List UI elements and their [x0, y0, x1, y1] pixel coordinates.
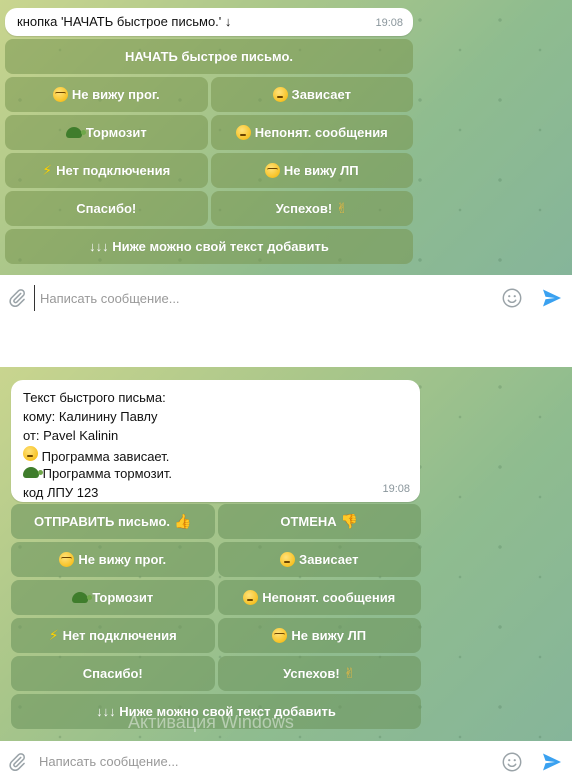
- message-input[interactable]: [34, 748, 492, 775]
- send-arrow-icon[interactable]: [532, 750, 572, 774]
- button-label: Непонят. сообщения: [254, 125, 388, 140]
- message-line: Программа зависает.: [41, 449, 170, 464]
- reply-keyboard: НАЧАТЬ быстрое письмо. Не вижу прог. Зав…: [5, 39, 413, 267]
- turtle-icon: [23, 467, 43, 478]
- paperclip-icon[interactable]: [0, 752, 34, 772]
- nerd-face-icon: [59, 552, 75, 567]
- cant-see-prog-button[interactable]: Не вижу прог.: [11, 542, 215, 577]
- chat-panel-2: Текст быстрого письма: кому: Калинину Па…: [0, 367, 572, 742]
- button-label: Спасибо!: [76, 201, 137, 216]
- lightning-icon: ⚡: [42, 162, 53, 178]
- nerd-face-icon: [52, 87, 68, 102]
- button-label: Не вижу прог.: [78, 552, 167, 567]
- button-label: Не вижу прог.: [71, 87, 160, 102]
- send-arrow-icon[interactable]: [532, 286, 572, 310]
- message-line: Текст быстрого письма:: [23, 390, 166, 405]
- cant-see-lp-button[interactable]: Не вижу ЛП: [210, 153, 413, 188]
- turtle-icon: [65, 127, 86, 138]
- good-luck-button[interactable]: Успехов! ✌: [217, 656, 421, 691]
- unclear-messages-button[interactable]: Непонят. сообщения: [210, 115, 413, 150]
- button-label: Не вижу ЛП: [283, 163, 359, 178]
- button-label: Не вижу ЛП: [291, 628, 367, 643]
- lightning-icon: ⚡: [48, 627, 59, 643]
- button-label: Нет подключения: [56, 163, 171, 178]
- no-connection-button[interactable]: ⚡ Нет подключения: [5, 153, 208, 188]
- message-time: 19:08: [382, 483, 410, 495]
- thinking-face-icon: [280, 552, 296, 567]
- thinking-face-icon: [243, 590, 259, 605]
- no-connection-button[interactable]: ⚡ Нет подключения: [11, 618, 215, 653]
- button-label: Зависает: [291, 87, 351, 102]
- message-line: от: Pavel Kalinin: [23, 428, 119, 443]
- crossed-fingers-icon: ✌: [343, 665, 356, 681]
- button-label: Непонят. сообщения: [262, 590, 396, 605]
- freezes-button[interactable]: Зависает: [210, 77, 413, 112]
- message-bubble: Текст быстрого письма: кому: Калинину Па…: [11, 380, 420, 502]
- button-label: Успехов!: [275, 201, 333, 216]
- thinking-face-icon: [23, 446, 38, 461]
- good-luck-button[interactable]: Успехов! ✌: [210, 191, 413, 226]
- windows-activation-watermark: Активация Windows: [128, 712, 294, 732]
- thumbs-up-icon: 👍: [174, 513, 192, 529]
- thanks-button[interactable]: Спасибо!: [11, 656, 215, 691]
- cant-see-lp-button[interactable]: Не вижу ЛП: [217, 618, 421, 653]
- thinking-face-icon: [272, 87, 288, 102]
- start-quick-letter-button[interactable]: НАЧАТЬ быстрое письмо.: [5, 39, 413, 74]
- message-composer: [0, 275, 572, 321]
- thumbs-down-icon: 👎: [340, 513, 359, 529]
- message-text: кнопка 'НАЧАТЬ быстрое письмо.' ↓: [17, 14, 232, 29]
- button-label: ОТПРАВИТЬ письмо.: [34, 514, 171, 529]
- smile-icon[interactable]: [492, 287, 532, 309]
- nerd-face-icon: [272, 628, 288, 643]
- message-bubble: кнопка 'НАЧАТЬ быстрое письмо.' ↓ 19:08: [5, 8, 413, 36]
- message-line-with-icon: Программа тормозит.: [23, 465, 408, 484]
- button-label: Тормозит: [92, 590, 154, 605]
- smile-icon[interactable]: [492, 751, 532, 773]
- send-letter-button[interactable]: ОТПРАВИТЬ письмо. 👍: [11, 504, 215, 539]
- thanks-button[interactable]: Спасибо!: [5, 191, 208, 226]
- button-label: ↓↓↓ Ниже можно свой текст добавить: [89, 239, 329, 254]
- message-composer: [0, 741, 572, 782]
- button-label: НАЧАТЬ быстрое письмо.: [124, 49, 294, 64]
- button-label: Зависает: [299, 552, 359, 567]
- button-label: ОТМЕНА: [280, 514, 337, 529]
- message-input[interactable]: [34, 285, 492, 311]
- button-label: Нет подключения: [62, 628, 177, 643]
- cancel-button[interactable]: ОТМЕНА 👎: [217, 504, 421, 539]
- message-line: код ЛПУ 123: [23, 485, 99, 500]
- chat-panel-1: кнопка 'НАЧАТЬ быстрое письмо.' ↓ 19:08 …: [0, 0, 572, 275]
- unclear-messages-button[interactable]: Непонят. сообщения: [217, 580, 421, 615]
- turtle-icon: [72, 592, 93, 603]
- button-label: Спасибо!: [82, 666, 143, 681]
- message-line-with-icon: Программа зависает.: [23, 446, 408, 465]
- cant-see-prog-button[interactable]: Не вижу прог.: [5, 77, 208, 112]
- message-line: Программа тормозит.: [42, 466, 172, 481]
- nerd-face-icon: [264, 163, 280, 178]
- paperclip-icon[interactable]: [0, 288, 34, 308]
- freezes-button[interactable]: Зависает: [217, 542, 421, 577]
- add-own-text-button[interactable]: ↓↓↓ Ниже можно свой текст добавить: [5, 229, 413, 264]
- slow-button[interactable]: Тормозит: [5, 115, 208, 150]
- reply-keyboard: ОТПРАВИТЬ письмо. 👍 ОТМЕНА 👎 Не вижу про…: [11, 504, 421, 732]
- button-label: Тормозит: [85, 125, 147, 140]
- thinking-face-icon: [235, 125, 251, 140]
- crossed-fingers-icon: ✌: [336, 200, 348, 216]
- message-time: 19:08: [375, 17, 403, 29]
- message-line: кому: Калинину Павлу: [23, 409, 158, 424]
- button-label: Успехов!: [283, 666, 340, 681]
- slow-button[interactable]: Тормозит: [11, 580, 215, 615]
